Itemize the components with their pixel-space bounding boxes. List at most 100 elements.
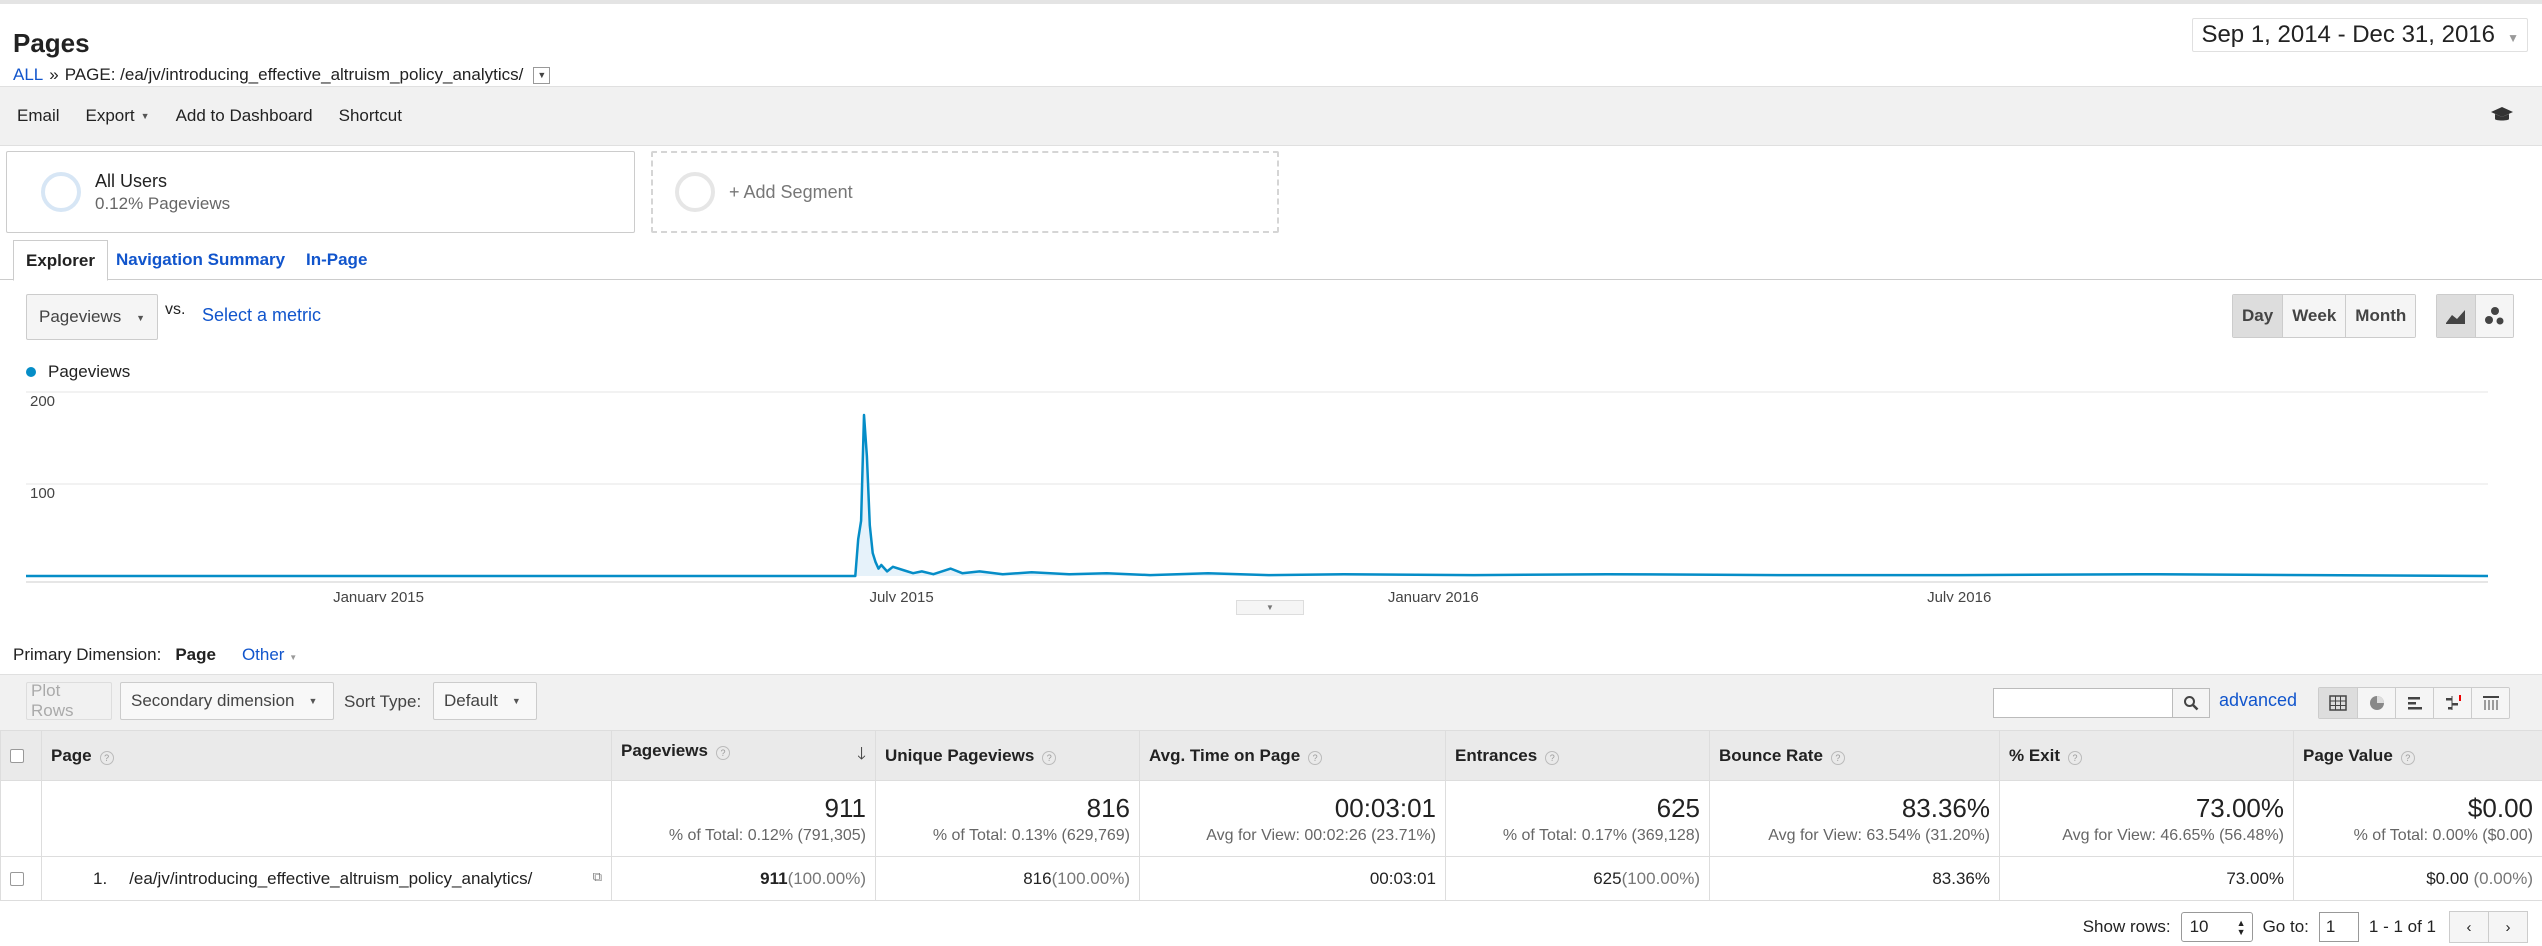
previous-page-button[interactable]: ‹: [2449, 911, 2489, 943]
sort-type-dropdown[interactable]: Default ▼: [433, 682, 537, 720]
total-value: 73.00%: [2195, 792, 2284, 823]
graduation-cap-icon[interactable]: [2490, 105, 2514, 131]
top-border: [0, 0, 2542, 4]
next-page-button[interactable]: ›: [2488, 911, 2528, 943]
help-icon[interactable]: ?: [1042, 750, 1057, 765]
column-header-entrances[interactable]: Entrances?: [1445, 730, 1710, 781]
cell-value: 73.00%: [2226, 868, 2284, 888]
chart-collapse-handle[interactable]: ▼: [1236, 600, 1304, 615]
export-button[interactable]: Export ▼: [86, 106, 150, 126]
column-header-pageviews[interactable]: Pageviews? 🡓: [611, 730, 876, 781]
pagination-bar: Show rows: 10 ▲ ▼ Go to: 1 1 - 1 of 1 ‹ ›: [2083, 910, 2542, 944]
total-pageviews: 911 % of Total: 0.12% (791,305): [611, 780, 876, 857]
data-table: Page? Pageviews? 🡓 Unique Pageviews? Avg.…: [0, 730, 2542, 901]
total-subtext: % of Total: 0.12% (791,305): [668, 826, 866, 844]
row-checkbox[interactable]: [10, 872, 24, 887]
column-header-unique-pageviews[interactable]: Unique Pageviews?: [875, 730, 1140, 781]
chart-type-toggle: [2436, 294, 2514, 338]
total-unique-pageviews: 816 % of Total: 0.13% (629,769): [875, 780, 1140, 857]
segment-all-users[interactable]: All Users 0.12% Pageviews: [6, 151, 635, 233]
data-table-view-icon[interactable]: [2319, 688, 2357, 718]
performance-view-icon[interactable]: [2395, 688, 2433, 718]
page-range: 1 - 1 of 1: [2368, 917, 2436, 936]
table-search-input[interactable]: [1993, 688, 2173, 718]
select-all-checkbox[interactable]: [10, 749, 24, 764]
show-rows-select[interactable]: 10 ▲ ▼: [2180, 912, 2253, 942]
chevron-left-icon: ‹: [2466, 918, 2472, 936]
add-to-dashboard-button[interactable]: Add to Dashboard: [176, 106, 313, 126]
total-exit: 73.00% Avg for View: 46.65% (56.48%): [1999, 780, 2294, 857]
granularity-month-button[interactable]: Month: [2345, 295, 2416, 337]
primary-dimension-other-link[interactable]: Other ▼: [242, 645, 297, 665]
breadcrumb-all-link[interactable]: ALL: [13, 65, 43, 85]
email-button[interactable]: Email: [17, 106, 60, 126]
breadcrumb: ALL » PAGE: /ea/jv/introducing_effective…: [13, 65, 551, 85]
header-label: Pageviews: [621, 741, 708, 760]
help-icon[interactable]: ?: [1545, 750, 1560, 765]
goto-input[interactable]: 1: [2318, 912, 2359, 942]
row-unique-pageviews: 816(100.00%): [875, 856, 1140, 901]
row-page: 1. /ea/jv/introducing_effective_altruism_…: [41, 856, 612, 901]
line-chart-icon[interactable]: [2437, 295, 2475, 337]
help-icon[interactable]: ?: [2068, 750, 2083, 765]
pivot-view-icon[interactable]: [2471, 688, 2509, 718]
column-header-page-value[interactable]: Page Value?: [2293, 730, 2542, 781]
y-tick-label: 100: [30, 485, 55, 502]
total-value: 83.36%: [1901, 792, 1990, 823]
external-link-icon[interactable]: ⧉: [593, 869, 602, 885]
column-header-page[interactable]: Page?: [41, 730, 612, 781]
legend-dot-icon: [26, 367, 36, 377]
cell-percentage: (100.00%): [787, 868, 866, 888]
x-tick-label: July 2015: [869, 589, 933, 602]
row-entrances: 625(100.00%): [1445, 856, 1710, 901]
primary-dimension-label: Primary Dimension:: [13, 645, 162, 664]
help-icon[interactable]: ?: [2400, 750, 2415, 765]
column-header-exit[interactable]: % Exit?: [1999, 730, 2294, 781]
shortcut-button[interactable]: Shortcut: [339, 106, 402, 126]
tab-in-page[interactable]: In-Page: [306, 240, 367, 280]
chevron-down-icon: ▼: [537, 70, 547, 80]
granularity-week-button[interactable]: Week: [2282, 295, 2346, 337]
help-icon[interactable]: ?: [99, 750, 114, 765]
granularity-toggle: Day Week Month: [2232, 294, 2417, 338]
secondary-dimension-dropdown[interactable]: Secondary dimension ▼: [120, 682, 334, 720]
tab-explorer[interactable]: Explorer: [13, 240, 108, 281]
x-tick-label: January 2015: [333, 589, 424, 602]
row-bounce-rate: 83.36%: [1709, 856, 2000, 901]
advanced-filter-link[interactable]: advanced: [2219, 690, 2297, 711]
breadcrumb-separator: »: [49, 65, 59, 84]
date-range-picker[interactable]: Sep 1, 2014 - Dec 31, 2016 ▼: [2192, 18, 2528, 52]
total-subtext: Avg for View: 00:02:26 (23.71%): [1206, 826, 1436, 844]
breadcrumb-current: PAGE: /ea/jv/introducing_effective_altru…: [64, 65, 524, 84]
add-segment-button[interactable]: + Add Segment: [651, 151, 1279, 233]
totals-blank: [41, 780, 612, 857]
help-icon[interactable]: ?: [1308, 750, 1323, 765]
plot-rows-button[interactable]: Plot Rows: [26, 681, 112, 720]
select-metric-link[interactable]: Select a metric: [202, 305, 321, 326]
metric-dropdown[interactable]: Pageviews ▼: [26, 294, 158, 340]
header-select-all: [0, 730, 42, 781]
column-header-bounce-rate[interactable]: Bounce Rate?: [1709, 730, 2000, 781]
tab-navigation-summary[interactable]: Navigation Summary: [116, 240, 285, 280]
pie-chart-view-icon[interactable]: [2357, 688, 2395, 718]
granularity-day-button[interactable]: Day: [2233, 295, 2283, 337]
breadcrumb-dropdown-button[interactable]: ▼: [533, 66, 551, 84]
header-label: Page Value: [2303, 745, 2393, 765]
help-icon[interactable]: ?: [715, 746, 730, 760]
search-button[interactable]: [2172, 688, 2210, 718]
cell-percentage: (100.00%): [1621, 868, 1700, 888]
column-header-avg-time-on-page[interactable]: Avg. Time on Page?: [1139, 730, 1446, 781]
cell-value: $0.00: [2426, 868, 2469, 888]
comparison-view-icon[interactable]: [2433, 688, 2471, 718]
motion-chart-icon[interactable]: [2475, 295, 2513, 337]
sort-type-label: Sort Type:: [344, 692, 422, 711]
total-value: 911: [824, 792, 866, 823]
y-tick-label: 200: [30, 393, 55, 410]
chevron-down-icon: ▼: [289, 653, 298, 662]
x-tick-label: January 2016: [1388, 589, 1479, 602]
cell-value: 83.36%: [1932, 868, 1990, 888]
cell-percentage: (0.00%): [2473, 868, 2533, 888]
row-page-link[interactable]: /ea/jv/introducing_effective_altruism_po…: [129, 869, 532, 888]
report-toolbar: Email Export ▼ Add to Dashboard Shortcut: [0, 86, 2542, 146]
help-icon[interactable]: ?: [1830, 750, 1845, 765]
